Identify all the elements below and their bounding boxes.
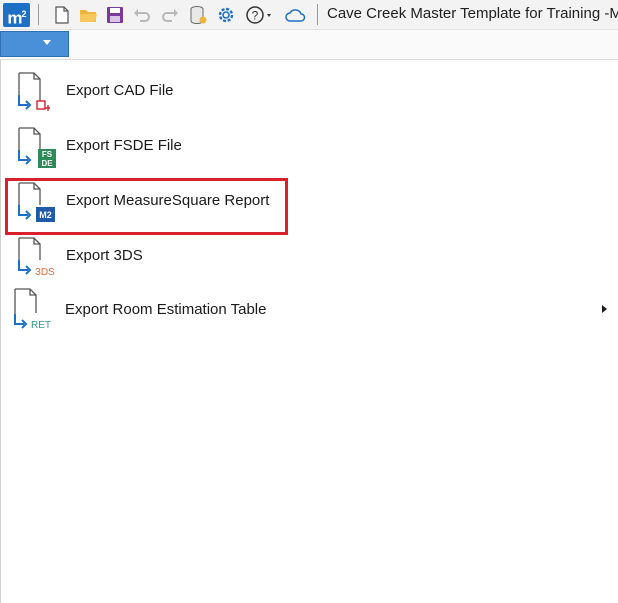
ribbon-tab-row	[0, 30, 618, 60]
toolbar-separator	[317, 4, 318, 25]
export-menu: Export CAD File FS DE Export FSDE File M…	[0, 60, 618, 603]
logo-text: m	[7, 8, 22, 28]
gear-icon[interactable]	[216, 5, 236, 25]
svg-text:RET: RET	[31, 320, 51, 331]
chevron-down-icon	[43, 40, 51, 45]
logo-superscript: 2	[21, 9, 27, 19]
svg-text:DE: DE	[41, 159, 53, 168]
file-menu-button[interactable]	[0, 31, 69, 57]
submenu-arrow-icon	[602, 305, 607, 313]
menu-item-label: Export FSDE File	[66, 137, 182, 154]
menu-item-export-fsde[interactable]: FS DE Export FSDE File	[9, 122, 609, 172]
highlight-box	[5, 178, 288, 235]
svg-text:FS: FS	[42, 150, 53, 159]
export-cad-icon	[11, 70, 57, 116]
svg-text:?: ?	[252, 9, 259, 23]
menu-item-label: Export Room Estimation Table	[65, 301, 267, 318]
toolbar-separator	[38, 4, 39, 25]
menu-item-export-cad[interactable]: Export CAD File	[9, 67, 609, 117]
title-bar: m2 ? Cave Creek Master Template for Trai…	[0, 0, 618, 30]
svg-text:3DS: 3DS	[35, 267, 55, 278]
undo-icon[interactable]	[132, 5, 152, 25]
export-3ds-icon: 3DS	[11, 235, 57, 281]
help-icon[interactable]: ?	[245, 5, 273, 25]
menu-item-export-room-estimation-table[interactable]: RET Export Room Estimation Table	[9, 283, 609, 333]
database-icon[interactable]	[188, 5, 208, 25]
open-folder-icon[interactable]	[78, 5, 98, 25]
cloud-icon[interactable]	[284, 5, 308, 25]
save-icon[interactable]	[105, 5, 125, 25]
redo-icon[interactable]	[160, 5, 180, 25]
menu-item-label: Export CAD File	[66, 82, 174, 99]
menu-item-label: Export 3DS	[66, 247, 143, 264]
new-file-icon[interactable]	[52, 5, 72, 25]
export-fsde-icon: FS DE	[11, 125, 57, 171]
app-logo[interactable]: m2	[3, 3, 30, 28]
export-ret-icon: RET	[9, 286, 55, 332]
window-title: Cave Creek Master Template for Training …	[327, 5, 618, 22]
menu-item-export-3ds[interactable]: 3DS Export 3DS	[9, 232, 609, 282]
